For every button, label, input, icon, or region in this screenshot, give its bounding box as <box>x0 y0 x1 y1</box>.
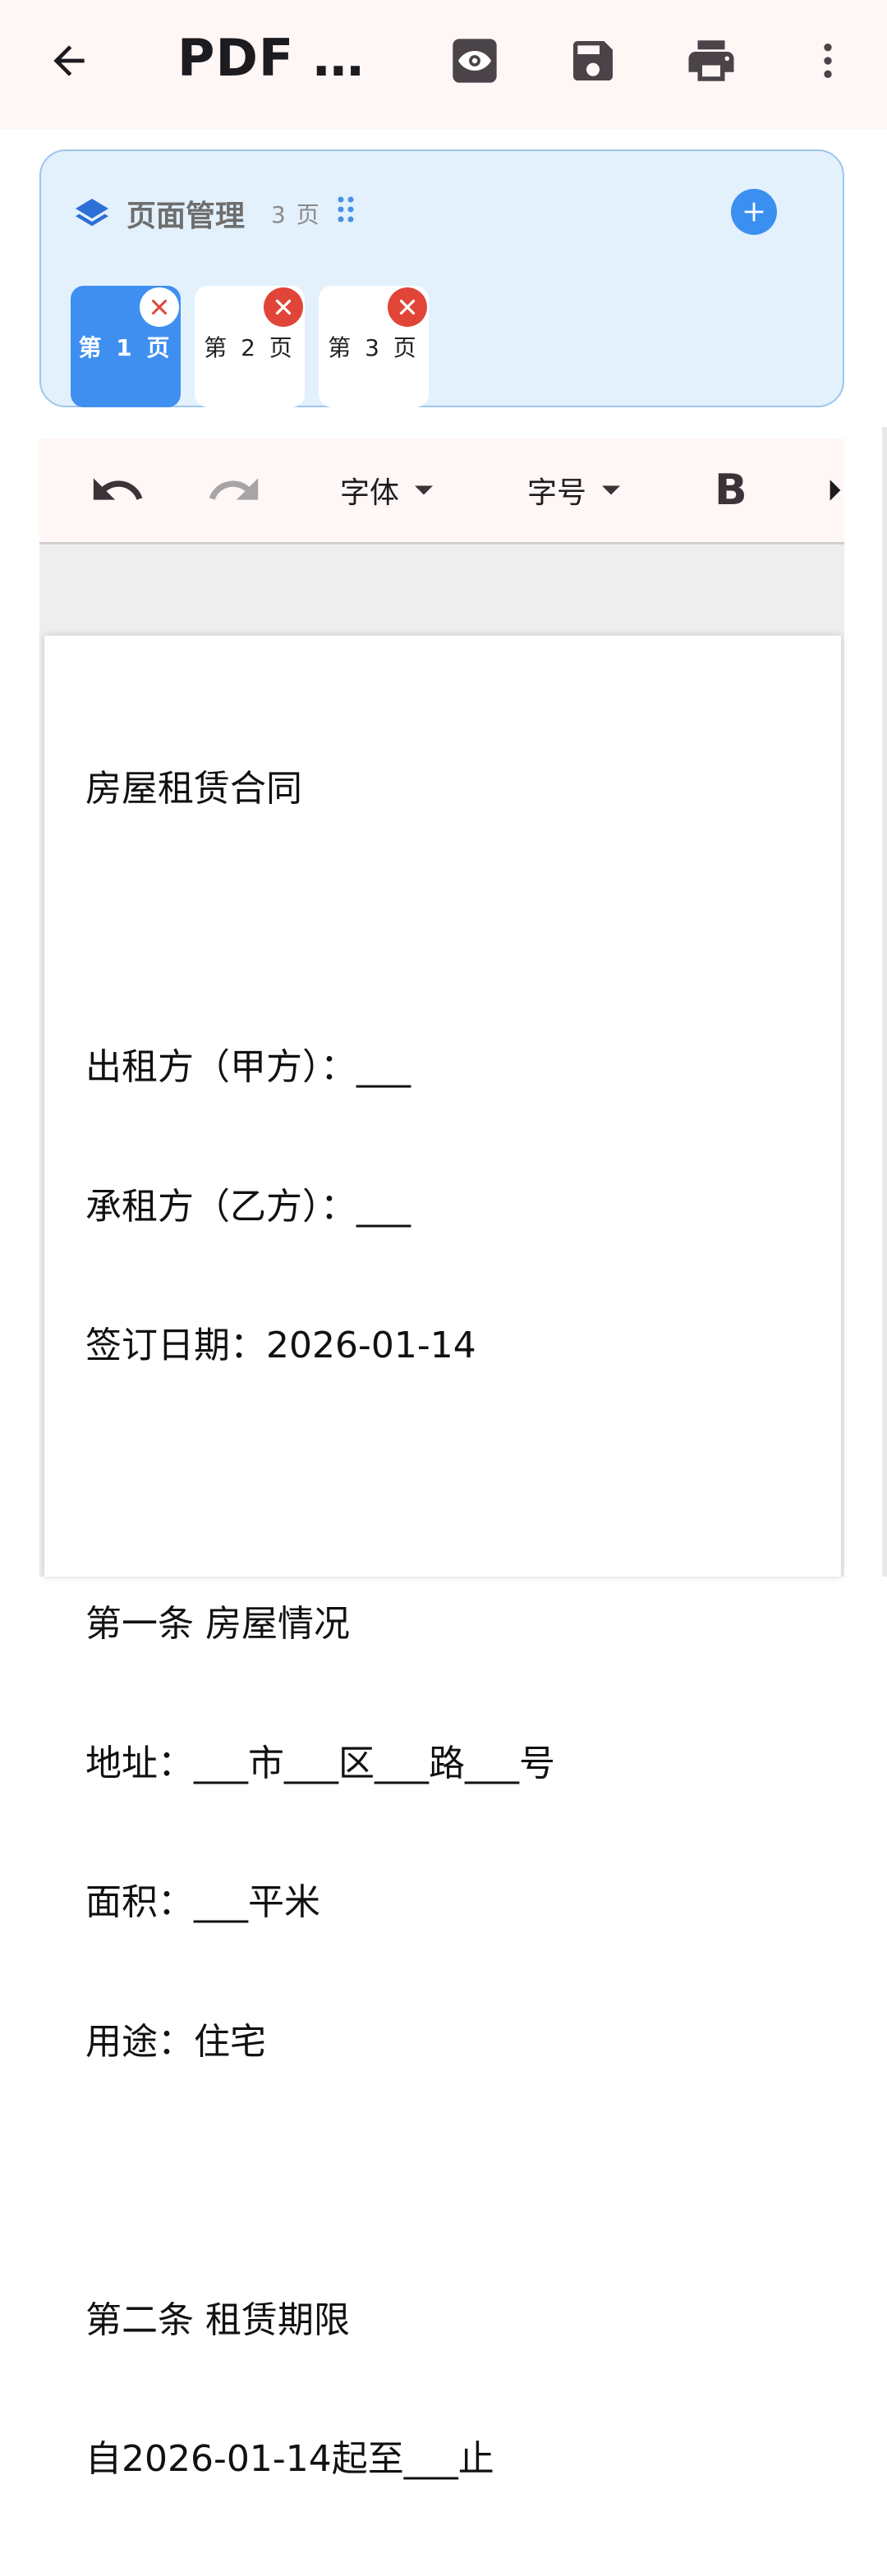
doc-line: 面积：___平米 <box>85 1881 320 1923</box>
page-tab-3[interactable]: 第 3 页 <box>319 286 429 407</box>
close-icon <box>275 299 292 315</box>
more-vert-icon <box>824 44 832 78</box>
delete-page-3-button[interactable] <box>388 287 427 327</box>
save-button[interactable] <box>560 31 626 90</box>
page-tab-label: 第 3 页 <box>328 334 420 361</box>
font-family-label: 字体 <box>340 476 400 510</box>
page-tab-1[interactable]: 第 1 页 <box>71 286 181 407</box>
print-button[interactable] <box>678 31 744 90</box>
doc-line: 用途：住宅 <box>85 2020 266 2063</box>
undo-icon <box>93 478 143 500</box>
dropdown-arrow-icon <box>602 485 621 495</box>
delete-page-2-button[interactable] <box>264 287 303 327</box>
add-page-button[interactable] <box>731 189 777 235</box>
undo-button[interactable] <box>89 461 146 519</box>
doc-line: 出租方（甲方）：___ <box>85 1046 411 1088</box>
redo-icon <box>209 478 259 500</box>
page-manager-title: 页面管理 <box>126 200 246 233</box>
doc-line: 地址：___市___区___路___号 <box>85 1742 555 1784</box>
page-tab-label: 第 2 页 <box>204 334 296 361</box>
scrollbar-track[interactable] <box>882 427 887 1577</box>
doc-line: 房屋租赁合同 <box>85 768 302 810</box>
dropdown-arrow-icon <box>415 485 434 495</box>
page-tab-2[interactable]: 第 2 页 <box>195 286 305 407</box>
doc-line: 第二条 租赁期限 <box>85 2298 350 2341</box>
app-bar: PDF … <box>0 0 887 129</box>
format-toolbar: 字体 字号 B <box>39 439 844 544</box>
save-floppy-icon <box>573 41 613 80</box>
print-icon <box>688 40 734 81</box>
bold-icon: B <box>715 466 747 515</box>
doc-line: 承租方（乙方）：___ <box>85 1185 411 1228</box>
doc-line: 自2026-01-14起至___止 <box>85 2438 494 2480</box>
font-family-dropdown[interactable]: 字体 <box>340 461 442 519</box>
eye-preview-icon <box>453 39 497 83</box>
back-arrow-icon <box>53 45 85 76</box>
doc-line: ​ <box>85 906 800 953</box>
document-page[interactable]: 房屋租赁合同 ​ 出租方（甲方）：___ 承租方（乙方）：___ 签订日期：20… <box>44 636 841 2480</box>
scroll-right-icon <box>830 480 841 501</box>
more-options-button[interactable] <box>795 31 861 90</box>
layers-icon <box>76 199 108 227</box>
add-circle-icon <box>744 202 764 222</box>
drag-handle-icon[interactable] <box>337 195 355 223</box>
doc-line: 签订日期：2026-01-14 <box>85 1325 476 1366</box>
bold-button[interactable]: B <box>715 461 747 519</box>
redo-button[interactable] <box>205 461 263 519</box>
font-size-dropdown[interactable]: 字号 <box>527 461 629 519</box>
page-title: PDF … <box>177 28 365 88</box>
toolbar-scroll-right[interactable] <box>826 461 844 519</box>
close-icon <box>399 299 416 315</box>
delete-page-1-button[interactable] <box>140 287 179 327</box>
preview-button[interactable] <box>442 31 508 90</box>
back-button[interactable] <box>36 31 102 90</box>
document-text[interactable]: 房屋租赁合同 ​ 出租方（甲方）：___ 承租方（乙方）：___ 签订日期：20… <box>85 673 800 2576</box>
font-size-label: 字号 <box>527 476 587 510</box>
page-manager-card: 页面管理 3 页 第 1 页 第 2 页 第 3 页 <box>39 149 844 407</box>
page-tab-label: 第 1 页 <box>78 334 173 361</box>
close-icon <box>152 300 167 315</box>
doc-line: ​ <box>85 1462 800 1509</box>
doc-line: 第一条 房屋情况 <box>85 1603 350 1645</box>
doc-line: ​ <box>85 2158 800 2205</box>
page-count: 3 页 <box>271 201 321 228</box>
